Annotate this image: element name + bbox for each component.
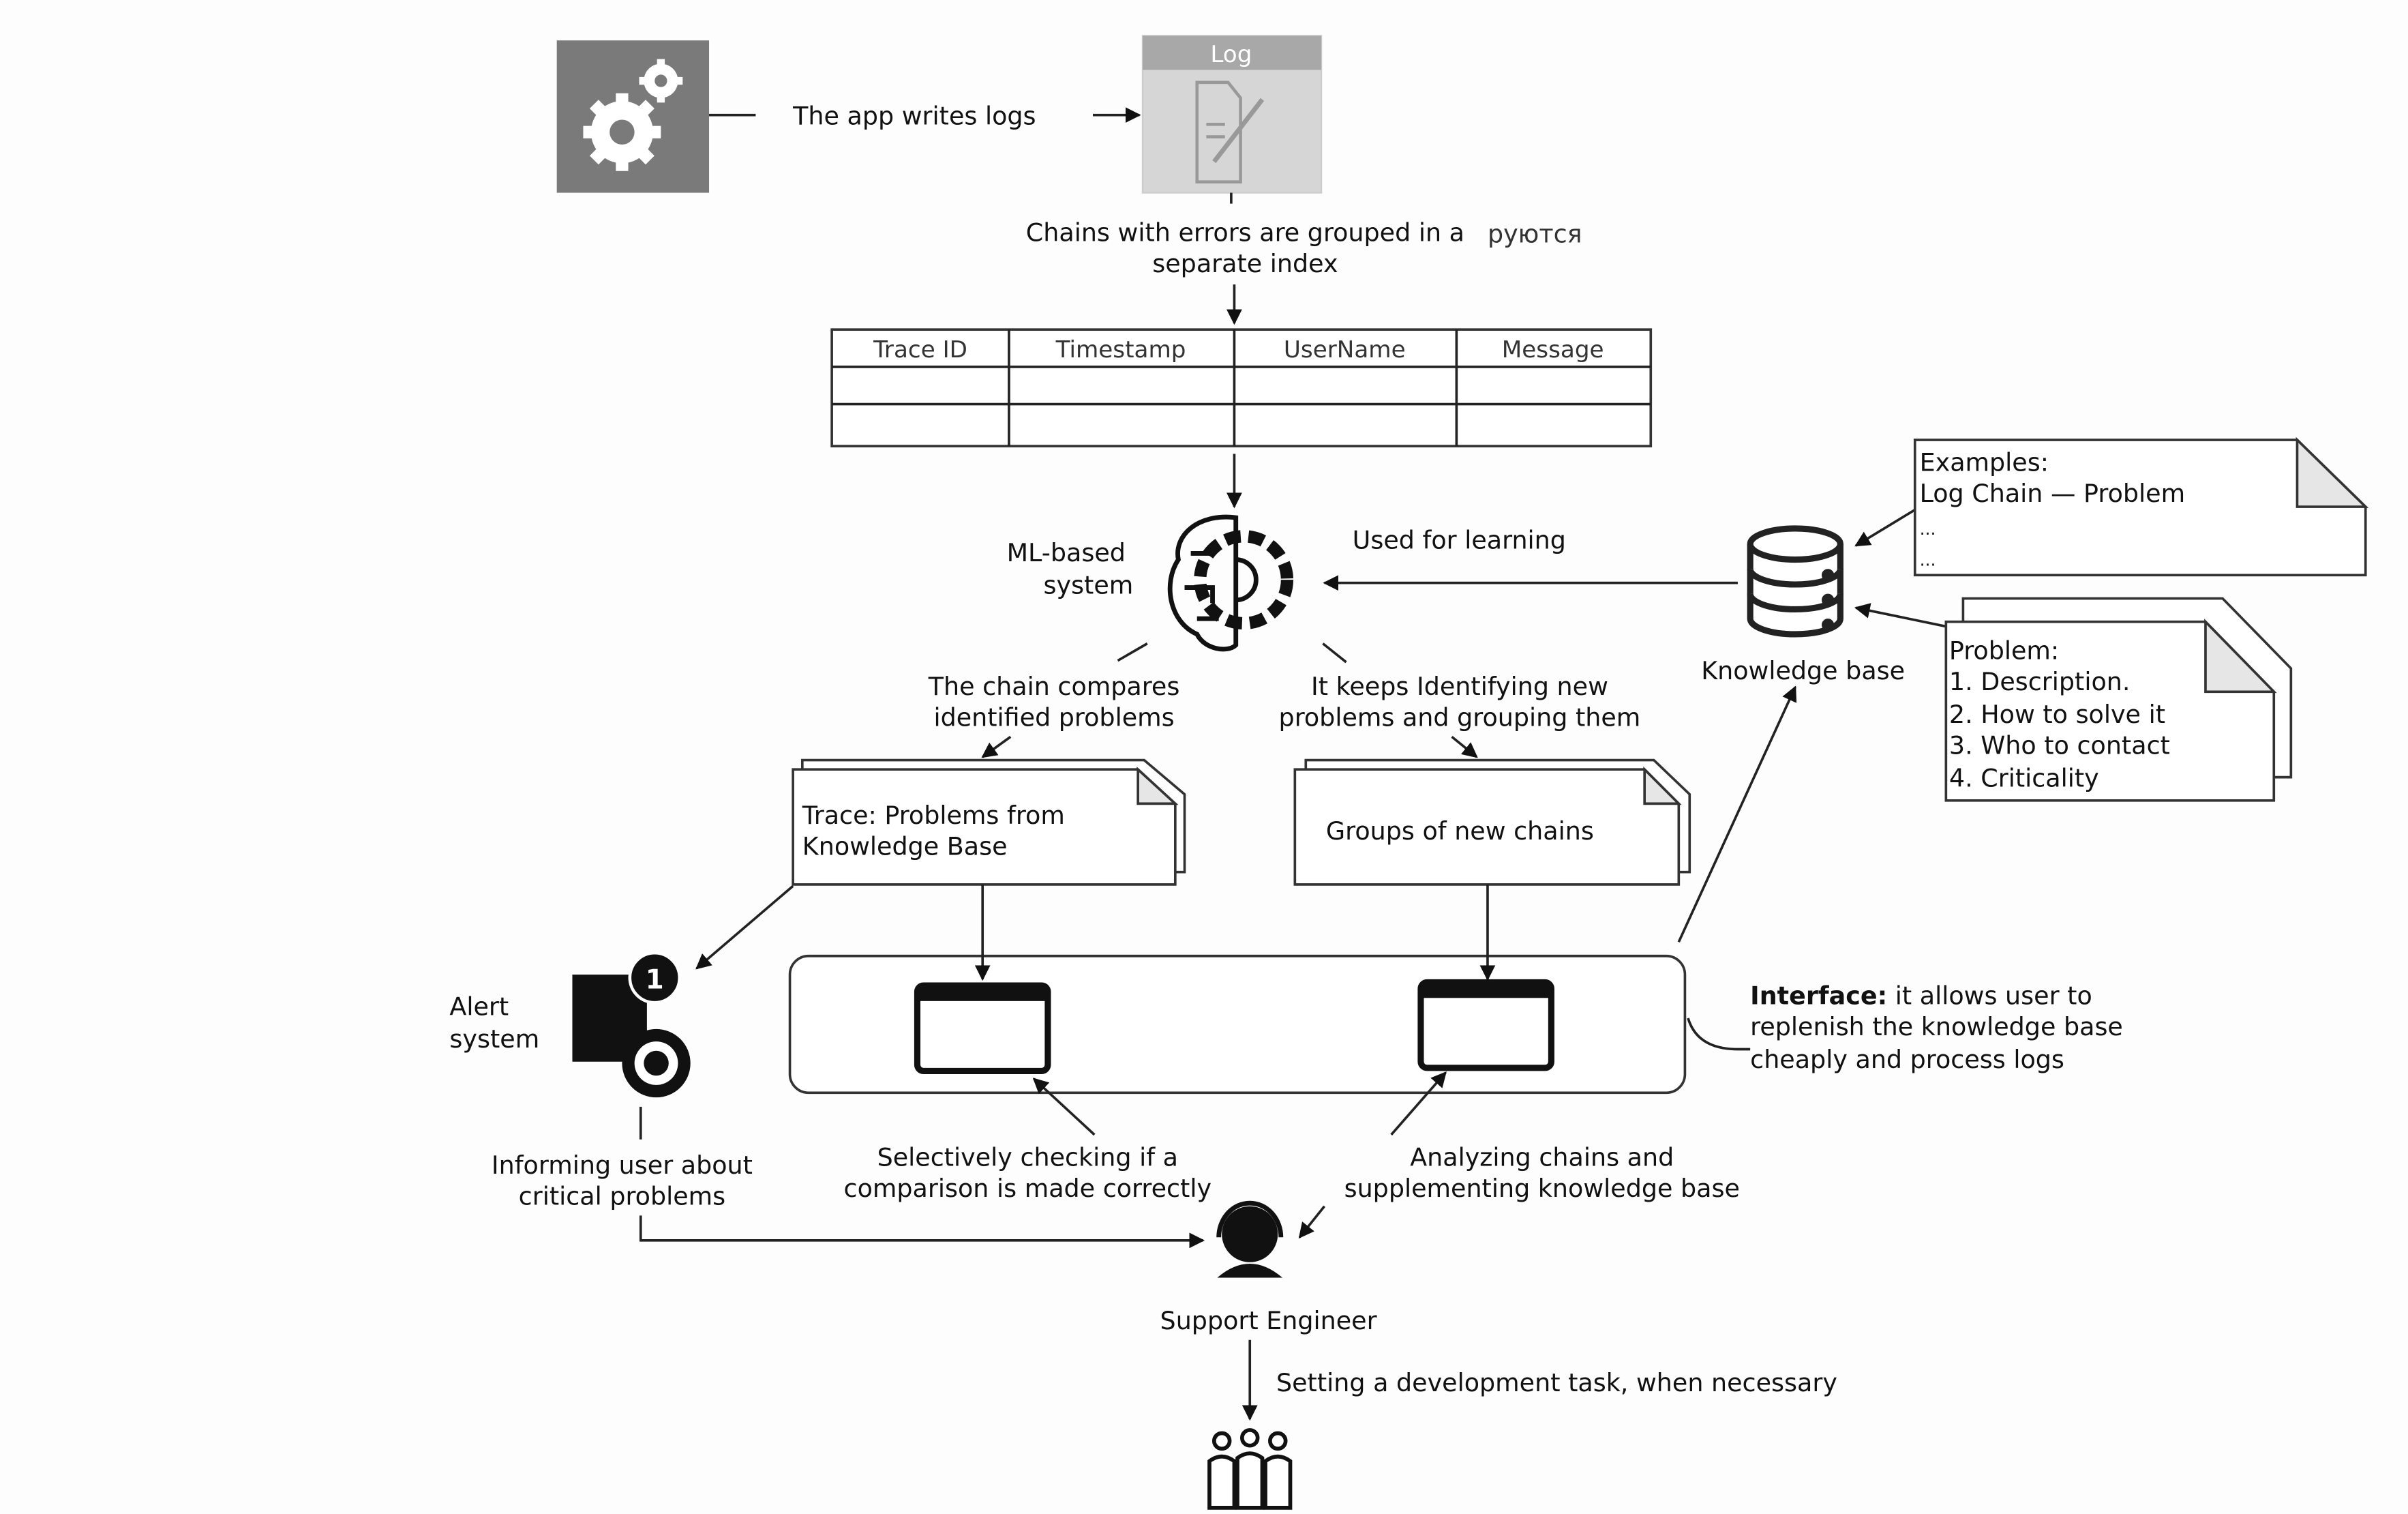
- diagram: The app writes logs Log Chains with erro…: [449, 35, 2369, 1510]
- column-header-username: UserName: [1284, 336, 1406, 363]
- interface-note-line3: cheaply and process logs: [1750, 1045, 2064, 1074]
- log-box: Log: [1141, 35, 1323, 194]
- examples-note: Examples: Log Chain — Problem ... ...: [1913, 436, 2369, 577]
- column-header-message: Message: [1502, 336, 1604, 363]
- alert-system-line2: system: [449, 1024, 539, 1054]
- informing-user-line1: Informing user about: [492, 1151, 753, 1180]
- problem-line: 3. Who to contact: [1949, 730, 2170, 760]
- interface-note-line1: Interface: it allows user to: [1750, 981, 2092, 1010]
- interface-note-bold: Interface:: [1750, 981, 1887, 1010]
- support-engineer-label: Support Engineer: [1160, 1306, 1377, 1335]
- setting-task-label: Setting a development task, when necessa…: [1276, 1368, 1837, 1397]
- problem-line: 1. Description.: [1949, 667, 2131, 696]
- app-writes-logs-label: The app writes logs: [792, 101, 1036, 130]
- problem-line: Problem:: [1949, 636, 2059, 665]
- alert-system-line1: Alert: [449, 992, 509, 1021]
- examples-line: Log Chain — Problem: [1920, 479, 2185, 508]
- groups-doc-label: Groups of new chains: [1326, 816, 1594, 846]
- analyzing-chains-line2: supplementing knowledge base: [1344, 1174, 1740, 1203]
- brain-gear-icon: [1167, 514, 1294, 652]
- column-header-trace-id: Trace ID: [873, 336, 967, 363]
- window-icon[interactable]: [914, 982, 1051, 1074]
- chains-grouped-line1: Chains with errors are grouped in a: [1026, 218, 1464, 247]
- trace-doc-line2: Knowledge Base: [802, 832, 1008, 861]
- team-icon: [1207, 1428, 1293, 1510]
- column-header-timestamp: Timestamp: [1055, 336, 1186, 363]
- keeps-identifying-line1: It keeps Identifying new: [1311, 672, 1608, 701]
- ml-system-line1: ML-based: [1007, 538, 1126, 567]
- alert-badge: 1: [646, 965, 664, 996]
- window-icon[interactable]: [1417, 979, 1554, 1071]
- interface-note-text: it allows user to: [1887, 981, 2092, 1010]
- alert-gear-icon: 1: [572, 951, 691, 1098]
- keeps-identifying-line2: problems and grouping them: [1279, 702, 1641, 732]
- selectively-checking-line1: Selectively checking if a: [877, 1142, 1178, 1172]
- chains-grouped-overlay: руются: [1488, 220, 1582, 249]
- database-icon: [1747, 525, 1843, 638]
- interface-note-line2: replenish the knowledge base: [1750, 1012, 2123, 1041]
- problem-line: 2. How to solve it: [1949, 700, 2165, 729]
- problem-note: Problem: 1. Description. 2. How to solve…: [1944, 597, 2293, 802]
- chains-grouped-line2: separate index: [1152, 249, 1338, 278]
- problem-line: 4. Criticality: [1949, 763, 2099, 792]
- trace-doc-line1: Trace: Problems from: [802, 801, 1065, 830]
- chain-compares-line2: identified problems: [933, 702, 1174, 732]
- app-box: [556, 40, 710, 193]
- chain-compares-line1: The chain compares: [928, 672, 1180, 701]
- examples-line: ...: [1920, 550, 1936, 570]
- used-for-learning-label: Used for learning: [1353, 526, 1566, 555]
- informing-user-line2: critical problems: [519, 1181, 726, 1211]
- ml-system-line2: system: [1043, 571, 1133, 600]
- knowledge-base-label: Knowledge base: [1701, 656, 1905, 685]
- analyzing-chains-line1: Analyzing chains and: [1410, 1142, 1674, 1172]
- trace-problems-doc: Trace: Problems from Knowledge Base: [792, 758, 1186, 886]
- trace-table: Trace ID Timestamp UserName Message: [830, 328, 1653, 447]
- headset-user-icon: [1216, 1200, 1284, 1278]
- log-title: Log: [1210, 41, 1252, 68]
- groups-new-chains-doc: Groups of new chains: [1293, 758, 1691, 886]
- examples-line: Examples:: [1920, 448, 2049, 477]
- selectively-checking-line2: comparison is made correctly: [844, 1174, 1211, 1203]
- examples-line: ...: [1920, 519, 1936, 539]
